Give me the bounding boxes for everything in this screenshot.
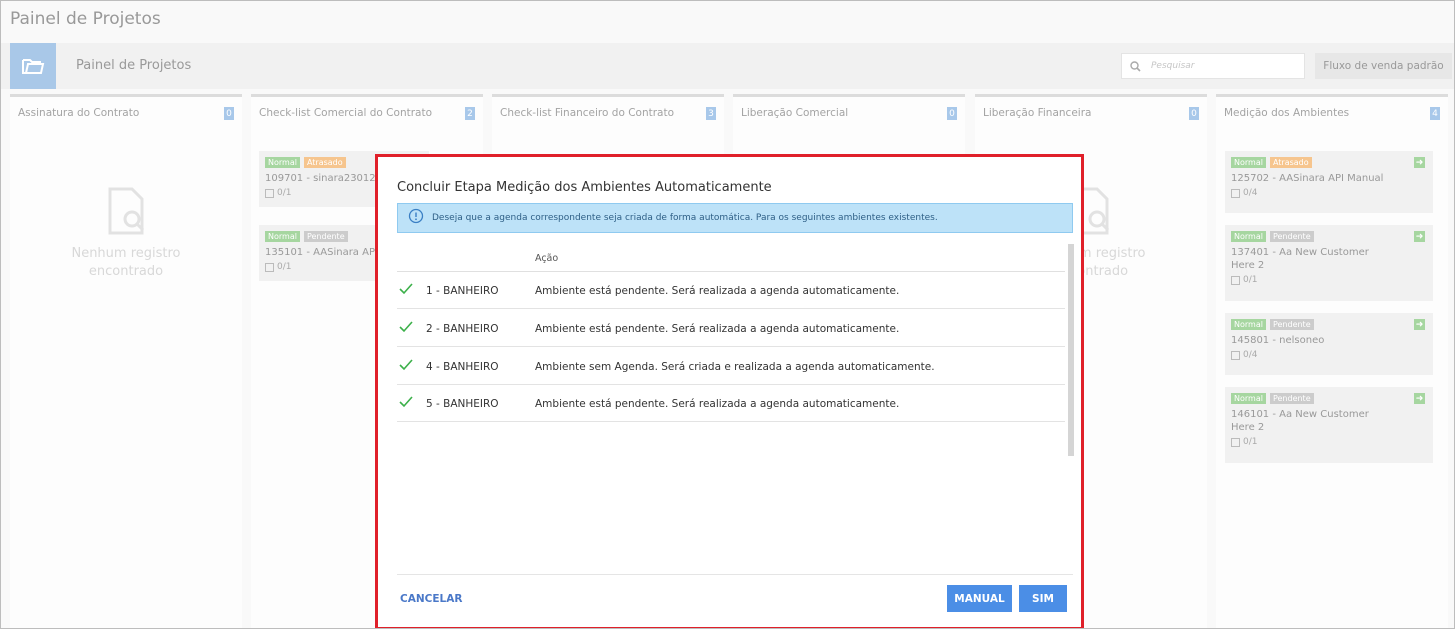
environment-action: Ambiente está pendente. Será realizada a… (535, 398, 900, 410)
checklist-icon (1231, 188, 1240, 198)
search-icon (1130, 57, 1141, 76)
checklist-icon (1231, 350, 1240, 360)
info-alert: Deseja que a agenda correspondente seja … (397, 203, 1073, 233)
app-title: Painel de Projetos (10, 9, 161, 29)
modal-dialog: Concluir Etapa Medição dos Ambientes Aut… (375, 154, 1084, 628)
tag-normal: Normal (1231, 393, 1266, 404)
alert-text: Deseja que a agenda correspondente seja … (432, 213, 938, 223)
modal-title: Concluir Etapa Medição dos Ambientes Aut… (397, 180, 772, 195)
tag-normal: Normal (265, 157, 300, 168)
advance-arrow-icon[interactable]: ➜ (1414, 319, 1425, 330)
column-count-badge: 3 (706, 107, 716, 120)
page-title: Painel de Projetos (76, 58, 192, 73)
column-header-action: Ação (535, 253, 559, 264)
card-progress: 0/1 (1243, 437, 1258, 447)
environment-action: Ambiente está pendente. Será realizada a… (535, 323, 900, 335)
advance-arrow-icon[interactable]: ➜ (1414, 157, 1425, 168)
empty-document-icon (106, 187, 146, 235)
card-title: 125702 - AASinara API Manual (1231, 173, 1384, 184)
column-count-badge: 2 (465, 107, 475, 120)
app-window: Painel de Projetos Painel de Projetos Fl… (0, 0, 1455, 629)
card-title: 145801 - nelsoneo (1231, 335, 1325, 346)
card-progress: 0/4 (1243, 188, 1258, 198)
environment-name: 2 - BANHEIRO (426, 323, 499, 335)
checklist-icon (1231, 275, 1240, 285)
search-input[interactable] (1151, 61, 1291, 71)
column-count-badge: 0 (947, 107, 957, 120)
tag-pending: Pendente (1269, 319, 1314, 330)
table-row: 4 - BANHEIRO Ambiente sem Agenda. Será c… (397, 348, 1065, 385)
environment-name: 4 - BANHEIRO (426, 361, 499, 373)
check-icon (399, 359, 413, 371)
environments-table: Ação 1 - BANHEIRO Ambiente está pendente… (397, 242, 1073, 572)
tag-pending: Pendente (1269, 231, 1314, 242)
column-title: Liberação Financeira (983, 107, 1092, 119)
cancel-button[interactable]: CANCELAR (400, 593, 462, 605)
advance-arrow-icon[interactable]: ➜ (1414, 231, 1425, 242)
tag-late: Atrasado (1269, 157, 1312, 168)
check-icon (399, 321, 413, 333)
environment-action: Ambiente sem Agenda. Será criada e reali… (535, 361, 935, 373)
card-title: 137401 - Aa New Customer Here 2 (1231, 247, 1369, 271)
tag-late: Atrasado (303, 157, 346, 168)
column-count-badge: 0 (224, 107, 234, 120)
table-scrollbar[interactable] (1068, 244, 1074, 456)
column-title: Check-list Financeiro do Contrato (500, 107, 675, 119)
folder-icon (10, 43, 56, 89)
sales-flow-select[interactable]: Fluxo de venda padrão (1315, 53, 1452, 79)
tag-pending: Pendente (303, 231, 348, 242)
project-card[interactable]: Normal Pendente ➜ 146101 - Aa New Custome… (1225, 387, 1433, 463)
environment-name: 5 - BANHEIRO (426, 398, 499, 410)
card-progress: 0/1 (1243, 275, 1258, 285)
empty-state-text: Nenhum registro encontrado (71, 246, 181, 279)
tag-normal: Normal (1231, 157, 1266, 168)
column-assinatura: Assinatura do Contrato 0 Nenhum registro… (10, 94, 242, 628)
column-title: Check-list Comercial do Contrato (259, 107, 433, 119)
project-card[interactable]: Normal Pendente ➜ 145801 - nelsoneo 0/4 (1225, 313, 1433, 375)
column-title: Medição dos Ambientes (1224, 107, 1350, 119)
check-icon (399, 283, 413, 295)
environment-name: 1 - BANHEIRO (426, 285, 499, 297)
environment-action: Ambiente está pendente. Será realizada a… (535, 285, 900, 297)
project-card[interactable]: Normal Atrasado ➜ 125702 - AASinara API M… (1225, 151, 1433, 213)
column-count-badge: 0 (1189, 107, 1199, 120)
project-card[interactable]: Normal Pendente ➜ 137401 - Aa New Custome… (1225, 225, 1433, 301)
card-progress: 0/1 (277, 188, 292, 198)
column-medicao-ambientes: Medição dos Ambientes 4 Normal Atrasado ➜… (1216, 94, 1448, 628)
card-progress: 0/4 (1243, 350, 1258, 360)
column-title: Assinatura do Contrato (18, 107, 140, 119)
tag-pending: Pendente (1269, 393, 1314, 404)
search-box[interactable] (1121, 53, 1305, 79)
table-row: 5 - BANHEIRO Ambiente está pendente. Ser… (397, 385, 1065, 422)
card-title: 146101 - Aa New Customer Here 2 (1231, 409, 1369, 433)
confirm-yes-button[interactable]: SIM (1019, 585, 1067, 612)
table-row: 1 - BANHEIRO Ambiente está pendente. Ser… (397, 272, 1065, 309)
column-count-badge: 4 (1430, 107, 1440, 120)
advance-arrow-icon[interactable]: ➜ (1414, 393, 1425, 404)
info-icon (408, 208, 424, 228)
tag-normal: Normal (265, 231, 300, 242)
checklist-icon (265, 262, 274, 272)
table-row: 2 - BANHEIRO Ambiente está pendente. Ser… (397, 310, 1065, 347)
check-icon (399, 396, 413, 408)
card-progress: 0/1 (277, 262, 292, 272)
tag-normal: Normal (1231, 231, 1266, 242)
tag-normal: Normal (1231, 319, 1266, 330)
checklist-icon (265, 188, 274, 198)
column-title: Liberação Comercial (741, 107, 849, 119)
manual-button[interactable]: MANUAL (947, 585, 1012, 612)
empty-state: Nenhum registro encontrado (10, 187, 242, 281)
checklist-icon (1231, 437, 1240, 447)
footer-divider (397, 574, 1073, 575)
